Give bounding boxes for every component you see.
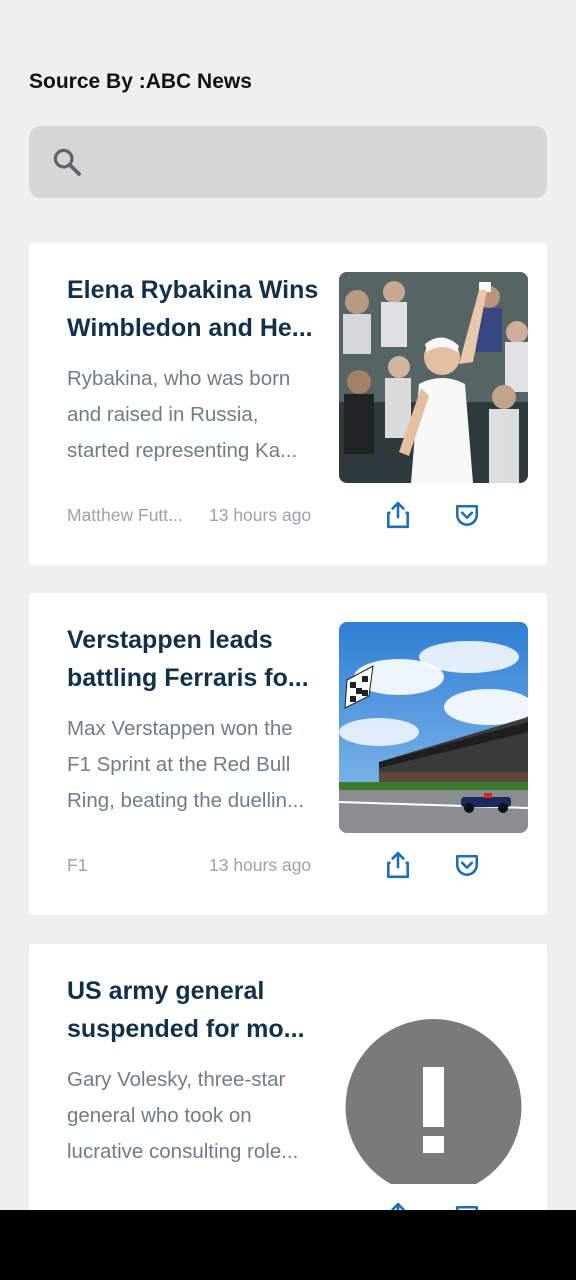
article-time: 13 hours ago (209, 505, 312, 525)
article-description: Max Verstappen won the F1 Sprint at the … (67, 717, 305, 812)
search-icon (53, 148, 81, 176)
save-pocket-icon[interactable] (454, 503, 480, 529)
article-card[interactable]: Elena Rybakina Wins Wimbledon and He... … (29, 243, 547, 565)
article-author: Matthew Futt... (67, 505, 183, 525)
article-thumbnail (339, 622, 528, 833)
article-time: 13 hours ago (209, 855, 312, 875)
share-icon[interactable] (385, 501, 411, 529)
share-icon[interactable] (385, 851, 411, 879)
article-description: Gary Volesky, three-star general who too… (67, 1068, 299, 1163)
image-error-icon (345, 1019, 522, 1184)
search-bar[interactable] (29, 126, 547, 198)
article-title[interactable]: Elena Rybakina Wins Wimbledon and He... (67, 271, 323, 347)
article-thumbnail (339, 272, 528, 483)
article-thumbnail (339, 973, 528, 1184)
save-pocket-icon[interactable] (454, 853, 480, 879)
article-description: Rybakina, who was born and raised in Rus… (67, 367, 298, 462)
article-card[interactable]: Verstappen leads battling Ferraris fo...… (29, 593, 547, 915)
article-author: F1 (67, 855, 88, 875)
article-title[interactable]: US army general suspended for mo... (67, 972, 323, 1048)
system-navigation-bar (0, 1210, 576, 1280)
article-title[interactable]: Verstappen leads battling Ferraris fo... (67, 621, 323, 697)
source-header: Source By :ABC News (29, 70, 252, 93)
